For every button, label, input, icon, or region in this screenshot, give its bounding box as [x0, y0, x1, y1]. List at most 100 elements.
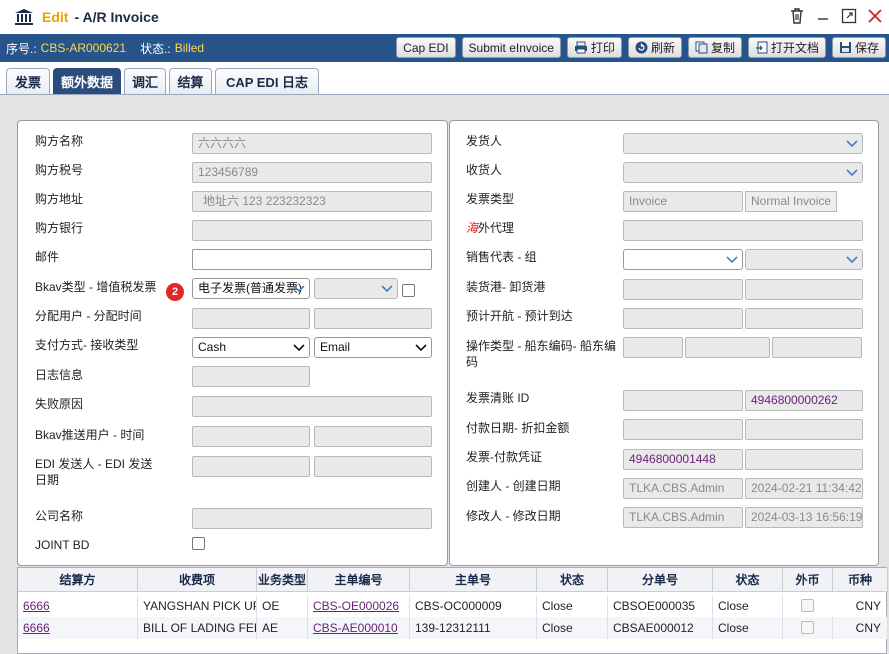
column-header[interactable]: 主单编号: [308, 568, 410, 592]
column-header[interactable]: 结算方: [18, 568, 138, 592]
refresh-button[interactable]: 刷新: [627, 37, 682, 58]
creator-field[interactable]: TLKA.CBS.Admin: [623, 478, 743, 499]
sales-rep-select[interactable]: [623, 249, 743, 270]
copy-button[interactable]: 复制: [687, 37, 742, 58]
modified-date-field[interactable]: 2024-03-13 16:56:19: [745, 507, 863, 528]
trash-icon[interactable]: [789, 7, 805, 25]
bkav-push-label: Bkav推送用户 - 时间: [35, 428, 145, 442]
receive-type-select[interactable]: Email: [314, 337, 432, 358]
bkav-push-user-field[interactable]: [192, 426, 310, 447]
print-button-label: 打印: [590, 41, 615, 55]
bank-icon: [15, 9, 33, 25]
assign-time-field[interactable]: [314, 308, 432, 329]
column-header[interactable]: 状态: [537, 568, 608, 592]
joint-bd-checkbox[interactable]: [192, 537, 205, 550]
tab-settlement[interactable]: 结算: [169, 68, 212, 94]
modifier-field[interactable]: TLKA.CBS.Admin: [623, 507, 743, 528]
vat-invoice-checkbox[interactable]: [402, 284, 415, 297]
seq-value: CBS-AR000621: [40, 41, 127, 55]
settlement-party-link[interactable]: 6666: [18, 595, 138, 617]
save-button[interactable]: 保存: [831, 37, 886, 58]
maximize-icon[interactable]: [841, 7, 857, 25]
buyer-bank-field[interactable]: [192, 220, 432, 241]
print-button[interactable]: 打印: [566, 37, 622, 58]
master-id-link[interactable]: CBS-OE000026: [308, 595, 410, 617]
table-cell: YANGSHAN PICK UP: [138, 595, 257, 617]
tab-adjust[interactable]: 调汇: [124, 68, 166, 94]
foreign-currency-checkbox[interactable]: [801, 599, 814, 612]
carrier-name-field[interactable]: [772, 337, 862, 358]
bkav-push-time-field[interactable]: [314, 426, 432, 447]
consignee-select[interactable]: [623, 162, 863, 183]
callout-badge-2: 2: [166, 283, 184, 301]
column-header[interactable]: 状态: [713, 568, 783, 592]
table-cell: CBS-OC000009: [410, 595, 537, 617]
etd-field[interactable]: [623, 308, 743, 329]
eta-field[interactable]: [745, 308, 863, 329]
log-info-label: 日志信息: [35, 368, 84, 382]
charges-table: 结算方 收费项 业务类型 主单编号 主单号 状态 分单号 状态 外币 币种 66…: [17, 567, 888, 654]
tab-cap-edi-log[interactable]: CAP EDI 日志: [215, 68, 319, 94]
clearing-id-left-field[interactable]: [623, 390, 743, 411]
edi-sender-field[interactable]: [192, 456, 310, 477]
invoice-type-field[interactable]: Invoice: [623, 191, 743, 212]
payment-voucher-field[interactable]: 4946800001448: [623, 449, 743, 470]
vat-invoice-select[interactable]: [314, 278, 398, 299]
column-header[interactable]: 业务类型: [257, 568, 308, 592]
edi-send-date-field[interactable]: [314, 456, 432, 477]
cap-edi-button[interactable]: Cap EDI: [396, 37, 456, 58]
open-document-button-label: 打开文档: [770, 41, 819, 55]
column-header[interactable]: 主单号: [410, 568, 537, 592]
table-cell: Close: [537, 595, 608, 617]
submit-einvoice-button[interactable]: Submit eInvoice: [461, 37, 561, 58]
buyer-name-field[interactable]: 六六六六: [192, 133, 432, 154]
overseas-agent-field[interactable]: [623, 220, 863, 241]
assign-user-field[interactable]: [192, 308, 310, 329]
settlement-party-link[interactable]: 6666: [18, 617, 138, 639]
pod-field[interactable]: [745, 279, 863, 300]
master-id-link[interactable]: CBS-AE000010: [308, 617, 410, 639]
close-icon[interactable]: [867, 7, 883, 25]
payment-method-select[interactable]: Cash: [192, 337, 310, 358]
log-info-field[interactable]: [192, 366, 310, 387]
payment-date-field[interactable]: [623, 419, 743, 440]
operation-type-field[interactable]: [623, 337, 683, 358]
pol-field[interactable]: [623, 279, 743, 300]
discount-amount-field[interactable]: [745, 419, 863, 440]
tab-extra-data[interactable]: 额外数据: [53, 68, 121, 94]
chevron-down-icon: [293, 285, 305, 293]
foreign-currency-checkbox[interactable]: [801, 621, 814, 634]
sales-group-select[interactable]: [745, 249, 863, 270]
buyer-tax-field[interactable]: 123456789: [192, 162, 432, 183]
pol-pod-label: 装货港- 卸货港: [466, 280, 546, 294]
normal-invoice-button[interactable]: Normal Invoice: [745, 191, 837, 212]
column-header[interactable]: 收费项: [138, 568, 257, 592]
payment-voucher-extra-field[interactable]: [745, 449, 863, 470]
window-title: - A/R Invoice: [74, 9, 159, 25]
column-header[interactable]: 分单号: [608, 568, 713, 592]
operation-type-label: 操作类型 - 船东编码- 船东编码: [466, 339, 616, 369]
column-header[interactable]: 币种: [833, 568, 888, 592]
email-field[interactable]: [192, 249, 432, 270]
created-date-field[interactable]: 2024-02-21 11:34:42: [745, 478, 863, 499]
refresh-icon: [635, 41, 648, 54]
buyer-address-field[interactable]: 地址六 123 223232323: [192, 191, 432, 212]
payment-method-label: 支付方式- 接收类型: [35, 338, 139, 352]
tab-invoice[interactable]: 发票: [6, 68, 50, 94]
printer-icon: [574, 41, 587, 54]
clearing-id-field[interactable]: 4946800000262: [745, 390, 863, 411]
bkav-type-select[interactable]: 电子发票(普通发票): [192, 278, 310, 299]
failure-reason-field[interactable]: [192, 396, 432, 417]
open-document-button[interactable]: 打开文档: [747, 37, 826, 58]
assign-user-label: 分配用户 - 分配时间: [35, 309, 142, 323]
save-button-label: 保存: [854, 41, 879, 55]
carrier-code-field[interactable]: [685, 337, 770, 358]
shipper-select[interactable]: [623, 133, 863, 154]
column-header[interactable]: 外币: [783, 568, 833, 592]
bkav-type-value: 电子发票(普通发票): [198, 281, 302, 295]
company-name-field[interactable]: [192, 508, 432, 529]
save-icon: [839, 42, 851, 53]
invoice-type-label: 发票类型: [466, 192, 515, 206]
creator-label: 创建人 - 创建日期: [466, 479, 561, 493]
minimize-icon[interactable]: [815, 7, 831, 25]
